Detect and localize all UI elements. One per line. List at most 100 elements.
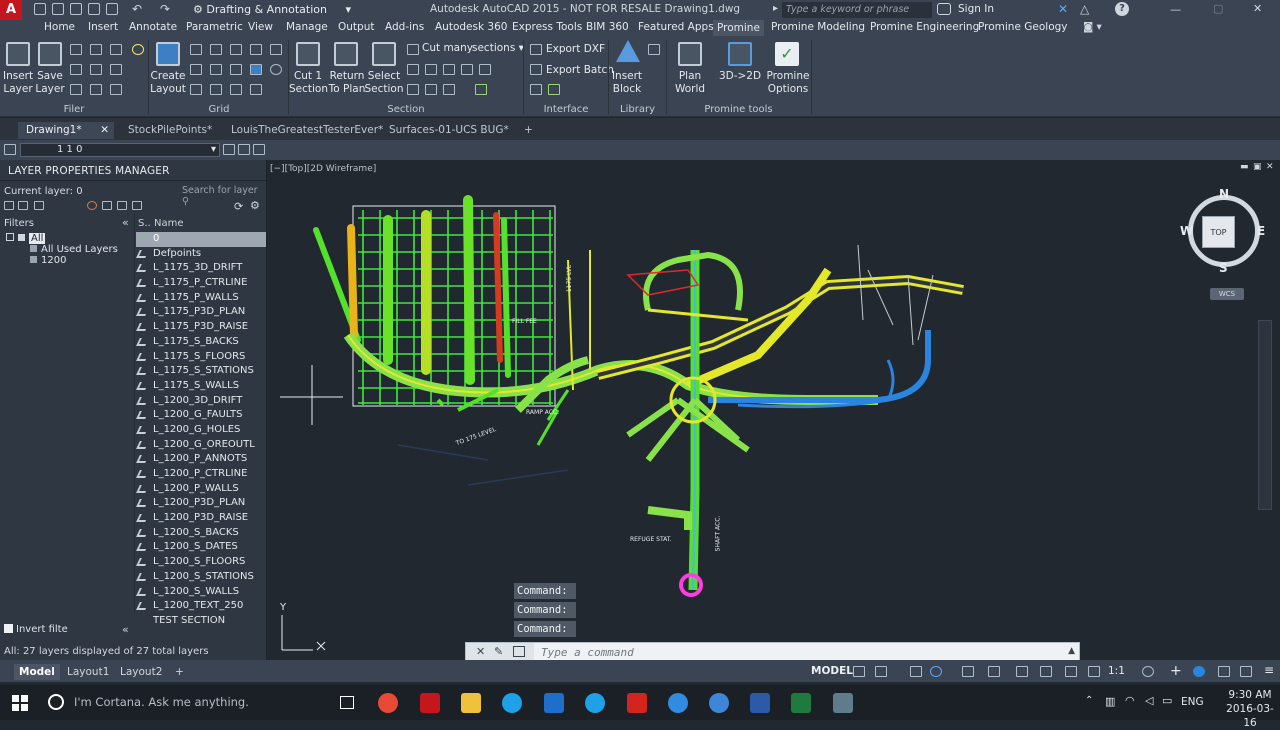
annotation-scale[interactable]: 1:1 [1108,665,1125,677]
new-layout-button[interactable]: + [170,664,189,680]
new-file-icon[interactable] [34,3,46,15]
filter-tree-1200[interactable]: 1200 [30,255,66,266]
export-batch-button[interactable]: Export Batch [546,64,614,77]
column-name[interactable]: Name [154,218,184,229]
tab-layout2[interactable]: Layout2 [115,664,167,680]
tab-parametric[interactable]: Parametric [186,21,243,33]
section-tool-icon[interactable] [425,64,437,75]
lineweight-icon[interactable] [1016,666,1028,677]
filer-tool-icon[interactable] [110,44,122,55]
return-to-plan-button[interactable]: Return To Plan [327,70,367,96]
filter-tree-used[interactable]: All Used Layers [30,244,118,255]
viewport-controls[interactable]: [−][Top][2D Wireframe] [270,164,376,174]
new-layer-icon[interactable] [87,201,97,210]
compass-east[interactable]: E [1257,224,1265,238]
grid-tool-icon[interactable] [210,84,222,95]
close-icon[interactable]: ✕ [1253,2,1262,15]
plot-icon[interactable] [106,3,118,15]
command-input[interactable]: Type a command [541,646,634,659]
layer-tool-icon[interactable] [253,144,265,155]
layer-row[interactable]: L_1175_P_CTRLINE [136,276,266,291]
filer-tool-icon[interactable] [110,84,122,95]
filer-tool-icon[interactable] [90,64,102,75]
select-section-button[interactable]: Select Section [364,70,404,96]
command-prompt-icon[interactable] [513,646,525,657]
binoculars-icon[interactable] [937,3,951,15]
grid-tool-icon[interactable] [250,64,262,75]
refresh-icon[interactable]: ⟳ [234,200,243,213]
ribbon-options-icon[interactable]: ◙ ▾ [1083,21,1102,33]
layer-row[interactable]: L_1200_P_CTRLINE [136,467,266,482]
layer-row[interactable]: L_1175_S_WALLS [136,379,266,394]
notifications-icon[interactable]: ▭ [1162,694,1172,707]
a360-icon[interactable]: △ [1080,2,1089,16]
viewport-close-icon[interactable]: ✕ [1266,162,1274,172]
grid-tool-icon[interactable] [230,84,242,95]
wcs-menu[interactable]: WCS [1210,288,1244,300]
layer-properties-icon[interactable] [4,144,16,155]
ortho-icon[interactable] [910,666,922,677]
set-current-icon[interactable] [132,201,142,210]
transparency-icon[interactable] [1040,666,1052,677]
tab-layout1[interactable]: Layout1 [62,664,114,680]
chrome-icon[interactable] [378,693,398,713]
cut-section-button[interactable]: Cut 1 Section [289,70,328,96]
compass-south[interactable]: S [1219,261,1228,275]
cortana-icon[interactable] [48,694,64,710]
collapse-filters-icon[interactable]: « [122,216,129,229]
workspace-gear-icon[interactable] [1142,666,1154,677]
save-layer-button[interactable]: Save Layer [34,70,66,96]
promine-options-button[interactable]: Promine Options [766,70,810,96]
autocad-taskbar-icon[interactable] [420,693,440,713]
delete-layer-icon[interactable] [117,201,127,210]
help-icon[interactable]: ? [1115,2,1129,16]
clean-screen-icon[interactable] [1240,666,1252,677]
section-tool-icon[interactable] [461,64,473,75]
column-status[interactable]: S.. [138,218,151,229]
doc-tab-louis[interactable]: LouisTheGreatestTesterEver* [223,122,391,139]
section-tool-icon[interactable] [443,84,455,95]
skype-icon[interactable] [502,693,522,713]
hardware-acceleration-icon[interactable] [1218,666,1230,677]
layer-row[interactable]: L_1200_S_DATES [136,540,266,555]
cortana-search[interactable]: I'm Cortana. Ask me anything. [74,695,249,709]
clock[interactable]: 9:30 AM 2016-03-16 [1220,688,1280,730]
open-file-icon[interactable] [52,3,64,15]
layer-row[interactable]: L_1200_P_ANNOTS [136,452,266,467]
drawing-viewport[interactable]: [−][Top][2D Wireframe] Y RAMP ACC. TO 17… [268,160,1280,660]
section-tool-icon[interactable] [479,64,491,75]
filer-tool-icon[interactable] [90,84,102,95]
section-tool-icon[interactable] [407,64,419,75]
insert-layer-button[interactable]: Insert Layer [3,70,33,96]
selection-cycling-icon[interactable] [1065,666,1077,677]
layer-row[interactable]: L_1175_S_FLOORS [136,350,266,365]
filer-tool-icon[interactable] [110,64,122,75]
section-tool-icon[interactable] [407,84,419,95]
layer-row[interactable]: L_1175_S_BACKS [136,335,266,350]
layer-row[interactable]: L_1200_S_BACKS [136,526,266,541]
section-tool-icon[interactable] [425,84,437,95]
section-tool-icon[interactable] [475,84,487,95]
filer-tool-icon[interactable] [90,44,102,55]
filer-tool-icon[interactable] [70,84,82,95]
filter-tree-all[interactable]: All [6,233,46,244]
viewport-restore-icon[interactable]: ▣ [1253,162,1262,172]
compass-north[interactable]: N [1219,187,1229,201]
grid-tool-icon[interactable] [230,44,242,55]
browser-icon[interactable] [668,693,688,713]
layer-row[interactable]: L_1200_S_FLOORS [136,555,266,570]
lightbulb-icon[interactable] [132,44,144,55]
layer-row[interactable]: L_1200_S_STATIONS [136,570,266,585]
tab-manage[interactable]: Manage [286,21,328,33]
help-search-input[interactable]: Type a keyword or phrase [782,2,932,18]
windows-start-icon[interactable] [12,695,28,711]
tab-view[interactable]: View [248,21,273,33]
layer-row[interactable]: L_1200_TEXT_250 [136,599,266,614]
viewport-minimize-icon[interactable]: ▬ [1240,162,1249,172]
tab-promine[interactable]: Promine [713,20,764,36]
layer-row[interactable]: L_1200_G_HOLES [136,423,266,438]
layer-row[interactable]: L_1200_P3D_RAISE [136,511,266,526]
layer-row[interactable]: L_1200_P_WALLS [136,482,266,497]
grid-tool-icon[interactable] [210,64,222,75]
tab-insert[interactable]: Insert [88,21,118,33]
